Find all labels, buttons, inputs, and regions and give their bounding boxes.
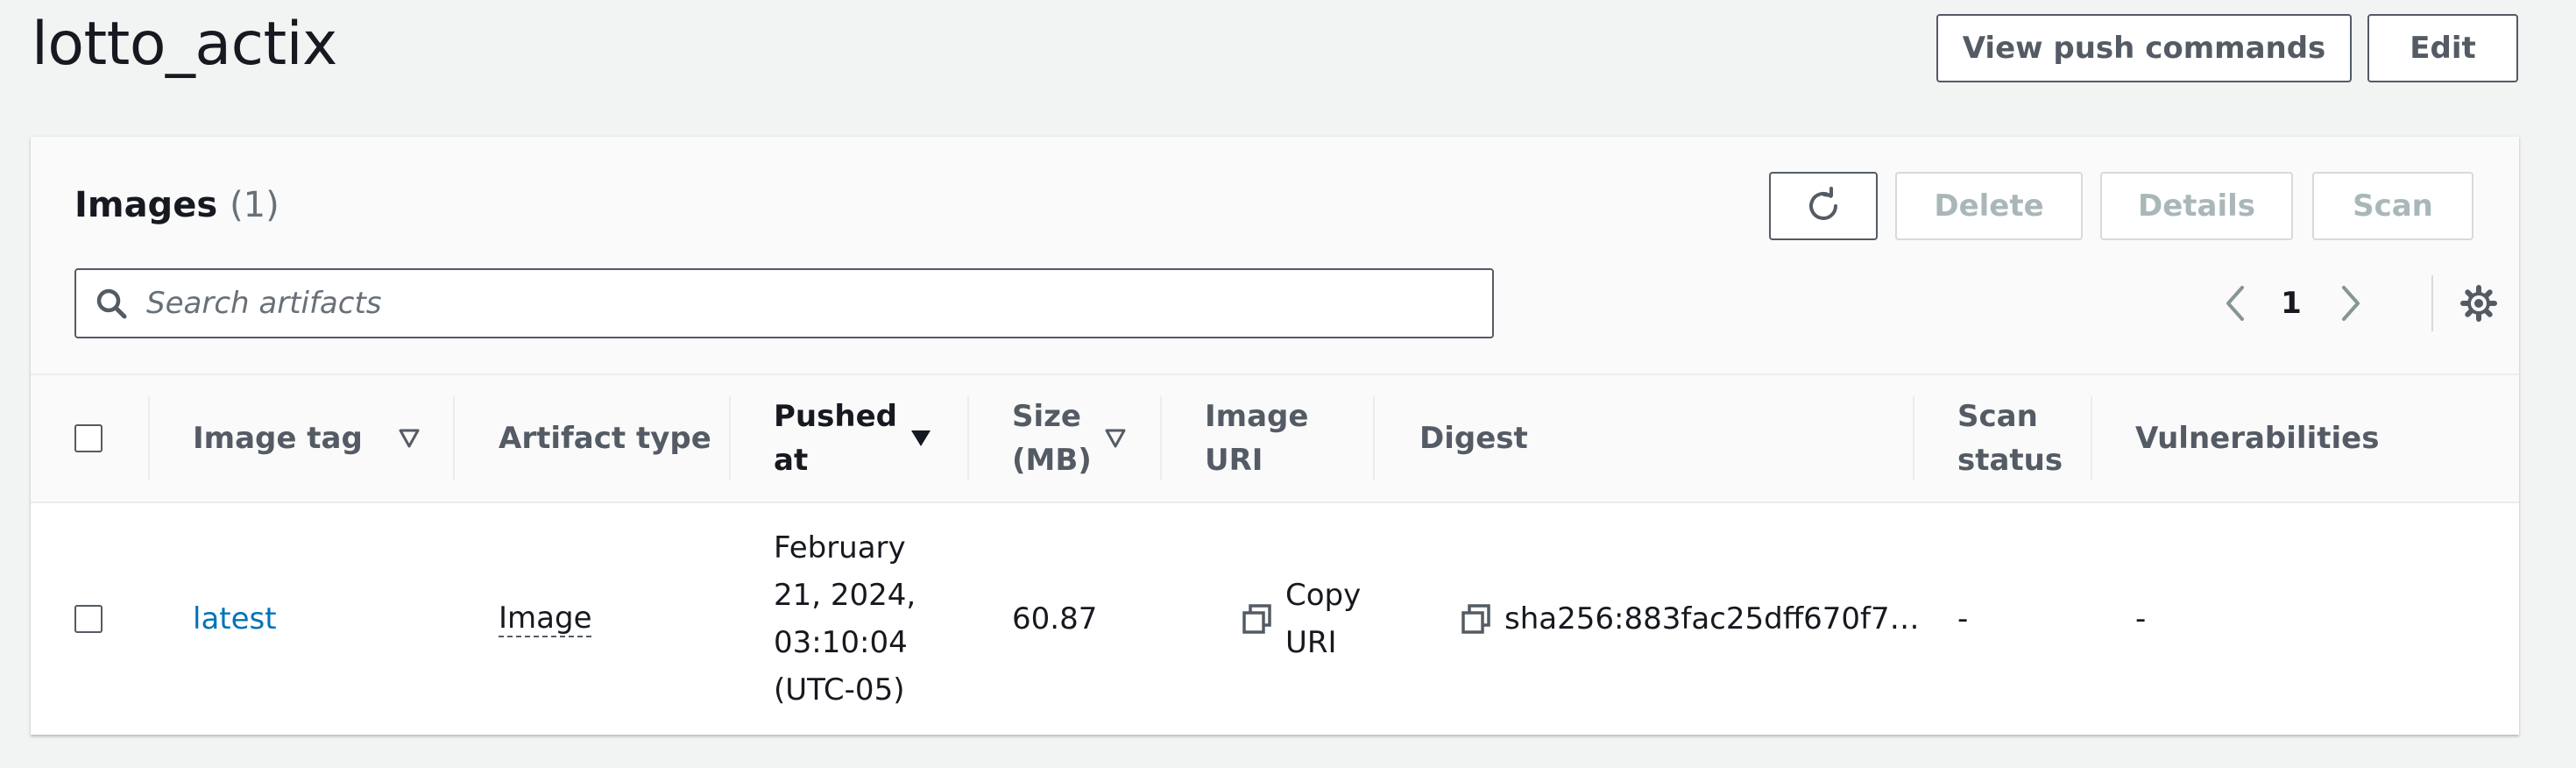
column-header-artifact-type[interactable]: Artifact type: [499, 375, 744, 501]
cell-pushed-at: February 21, 2024, 03:10:04 (UTC-05): [774, 503, 958, 735]
column-header-label: Vulnerabilities: [2135, 421, 2380, 456]
column-header-label: Image tag: [193, 421, 363, 456]
column-header-label: Digest: [1419, 421, 1528, 456]
column-separator: [148, 396, 150, 480]
chevron-right-icon: [2337, 284, 2363, 323]
column-header-image-uri[interactable]: Image URI: [1205, 375, 1362, 501]
image-tag-link[interactable]: latest: [193, 595, 277, 643]
preferences-button[interactable]: [2454, 281, 2503, 325]
digest-value: sha256:883fac25dff670f7…: [1504, 601, 1920, 636]
column-header-size[interactable]: Size (MB): [1012, 375, 1117, 501]
cell-size: 60.87: [1012, 503, 1152, 735]
cell-scan-status: -: [1957, 503, 2080, 735]
cell-vulnerabilities: -: [2135, 503, 2398, 735]
cell-image-tag: latest: [193, 503, 447, 735]
column-separator: [2091, 396, 2092, 480]
chevron-left-icon: [2223, 284, 2249, 323]
column-header-label: Size: [1012, 399, 1081, 434]
copy-digest-button[interactable]: sha256:883fac25dff670f7…: [1461, 595, 1920, 643]
sort-icon[interactable]: [399, 428, 420, 449]
delete-button[interactable]: Delete: [1895, 172, 2083, 240]
column-separator: [729, 396, 731, 480]
scan-status-value: -: [1957, 601, 1969, 636]
cell-image-uri: Copy URI: [1242, 503, 1382, 735]
column-separator: [1160, 396, 1162, 480]
sort-icon[interactable]: [1105, 428, 1126, 449]
search-input[interactable]: [146, 286, 1461, 321]
table-header: Image tag Artifact type Pushed at Size (…: [31, 373, 2519, 503]
page-title: lotto_actix: [32, 10, 337, 79]
pushed-at-line: February: [774, 530, 906, 565]
pushed-at-line: (UTC-05): [774, 672, 905, 708]
column-header-label: at: [774, 443, 809, 478]
edit-button[interactable]: Edit: [2367, 14, 2518, 82]
gear-icon: [2459, 284, 2498, 323]
column-header-label: Image: [1205, 399, 1309, 434]
refresh-button[interactable]: [1769, 172, 1878, 240]
select-all-checkbox[interactable]: [74, 424, 103, 452]
artifact-type-value[interactable]: Image: [499, 601, 592, 637]
cell-digest: sha256:883fac25dff670f7…: [1461, 503, 1920, 735]
column-header-pushed-at[interactable]: Pushed at: [774, 375, 914, 501]
column-header-vulnerabilities[interactable]: Vulnerabilities: [2135, 375, 2451, 501]
column-header-label: URI: [1205, 443, 1263, 478]
pushed-at-line: 21, 2024,: [774, 578, 916, 613]
details-button[interactable]: Details: [2100, 172, 2293, 240]
panel-title: Images (1): [74, 181, 280, 230]
cell-artifact-type: Image: [499, 503, 726, 735]
pushed-at-line: 03:10:04: [774, 625, 908, 660]
column-header-digest[interactable]: Digest: [1419, 375, 1770, 501]
column-header-label: status: [1957, 443, 2063, 478]
vulnerabilities-value: -: [2135, 601, 2147, 636]
previous-page-button[interactable]: [2214, 281, 2258, 325]
current-page-number[interactable]: 1: [2274, 277, 2309, 330]
images-panel: Images (1) Delete Details Scan 1: [31, 136, 2519, 735]
search-icon: [94, 286, 129, 321]
copy-icon: [1461, 603, 1492, 635]
row-select-checkbox[interactable]: [74, 605, 103, 633]
copy-uri-label: Copy: [1285, 578, 1362, 613]
column-separator: [453, 396, 455, 480]
scan-button[interactable]: Scan: [2312, 172, 2473, 240]
column-header-label: (MB): [1012, 443, 1092, 478]
table-row: latest Image February 21, 2024, 03:10:04…: [31, 503, 2519, 735]
sort-descending-icon[interactable]: [910, 428, 931, 449]
view-push-commands-button[interactable]: View push commands: [1936, 14, 2352, 82]
size-value: 60.87: [1012, 601, 1098, 636]
search-field[interactable]: [74, 268, 1494, 338]
column-separator: [1373, 396, 1375, 480]
copy-uri-button[interactable]: Copy URI: [1242, 572, 1361, 666]
column-header-label: Pushed: [774, 399, 897, 434]
column-header-scan-status[interactable]: Scan status: [1957, 375, 2098, 501]
column-separator: [1913, 396, 1914, 480]
refresh-icon: [1804, 187, 1843, 225]
column-header-label: Artifact type: [499, 421, 711, 456]
image-count: (1): [230, 185, 280, 225]
panel-title-label: Images: [74, 185, 218, 225]
copy-icon: [1242, 603, 1273, 635]
copy-uri-label: URI: [1285, 625, 1337, 660]
next-page-button[interactable]: [2328, 281, 2372, 325]
column-separator: [967, 396, 969, 480]
pagination-divider: [2431, 275, 2433, 331]
column-header-label: Scan: [1957, 399, 2038, 434]
